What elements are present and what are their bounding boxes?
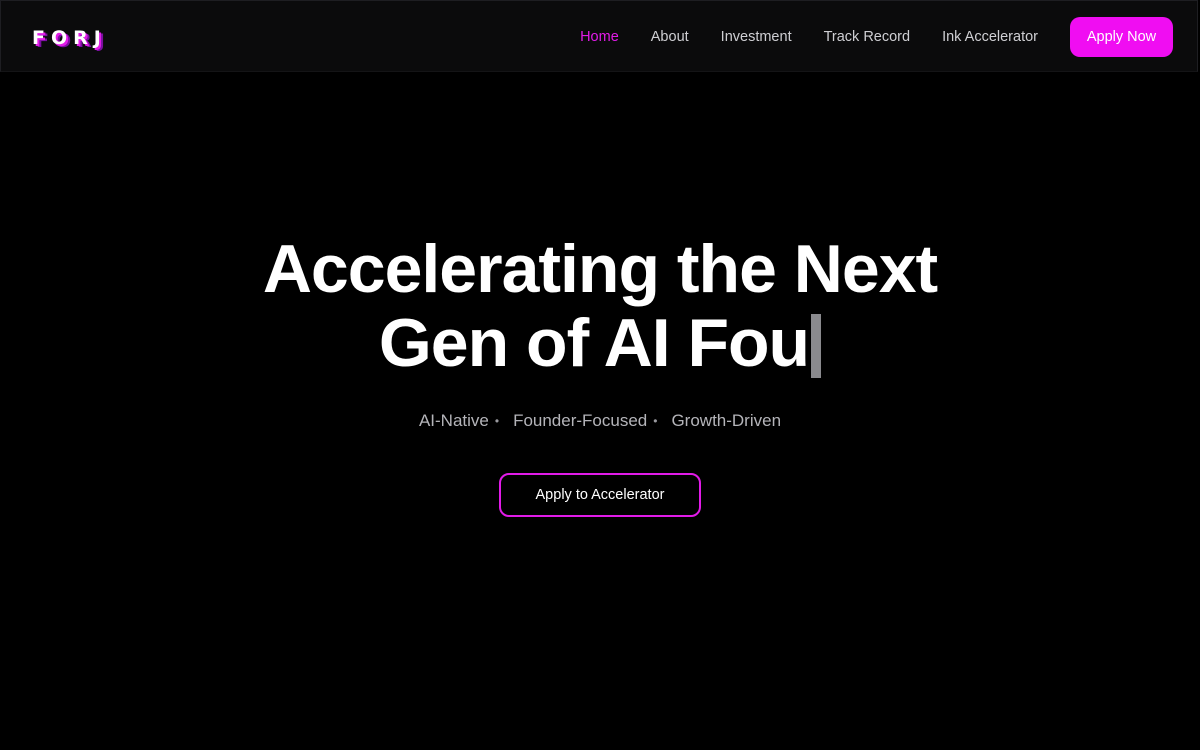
hero-title: Accelerating the Next Gen of AI Fou: [0, 232, 1200, 380]
nav-about[interactable]: About: [651, 27, 689, 47]
main-nav: Home About Investment Track Record Ink A…: [548, 1, 1173, 73]
tag-ai-native: AI-Native: [418, 411, 489, 430]
tag-separator: •: [653, 414, 658, 428]
logo-letter-f: F: [32, 27, 46, 49]
logo-letter-o: O: [50, 27, 69, 49]
page: F O R J Home About Investment Track Reco…: [0, 0, 1200, 750]
hero-title-line-1: Accelerating the Next: [262, 231, 938, 307]
tag-growth-driven: Growth-Driven: [671, 411, 782, 430]
apply-to-accelerator-button[interactable]: Apply to Accelerator: [499, 473, 701, 517]
site-header: F O R J Home About Investment Track Reco…: [0, 0, 1198, 72]
tag-separator: •: [494, 414, 500, 428]
nav-ink-accelerator[interactable]: Ink Accelerator: [942, 27, 1038, 47]
nav-investment[interactable]: Investment: [721, 27, 792, 47]
apply-now-button[interactable]: Apply Now: [1070, 17, 1173, 57]
hero-title-line-2: Gen of AI Fou: [378, 305, 810, 381]
tag-founder-focused: Founder-Focused: [513, 411, 648, 430]
hero-title-line-2-wrapper: Gen of AI Fou: [0, 306, 1200, 380]
nav-track-record[interactable]: Track Record: [824, 27, 910, 47]
typing-caret: [811, 314, 822, 378]
forj-logo[interactable]: F O R J: [32, 25, 102, 51]
logo-letter-r: R: [73, 27, 89, 49]
nav-home[interactable]: Home: [580, 27, 619, 47]
logo-letter-j: J: [93, 27, 102, 49]
hero-tagline: AI-Native • Founder-Focused • Growth-Driven: [0, 410, 1200, 432]
